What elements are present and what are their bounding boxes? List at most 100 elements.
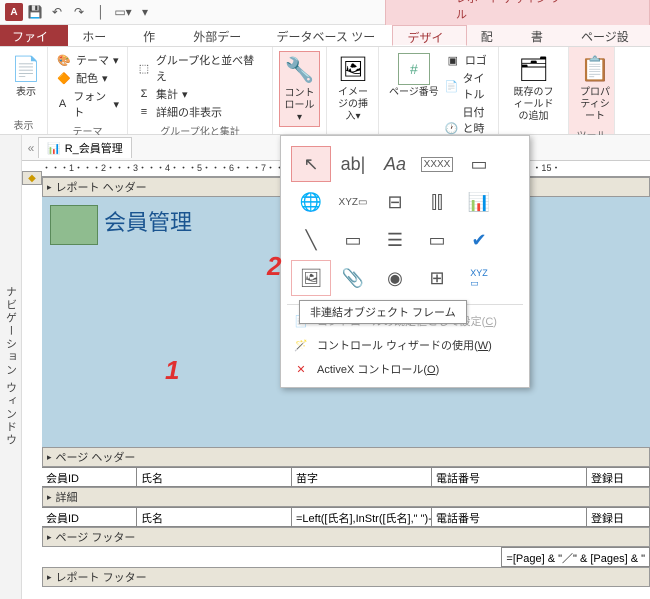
label[interactable]: 登録日 xyxy=(587,468,650,486)
activex-icon: ✕ xyxy=(293,361,309,377)
tab-control[interactable]: ▭ xyxy=(459,146,499,182)
button-control[interactable]: XXXX xyxy=(417,146,457,182)
bound-object-frame-control[interactable]: XYZ▭ xyxy=(459,260,499,296)
annotation-2: 2 xyxy=(267,251,281,282)
attachment-icon: 📎 xyxy=(342,268,364,289)
section-page-footer[interactable]: =[Page] & "／" & [Pages] & " xyxy=(42,547,650,567)
group-sort-icon: ⬚ xyxy=(136,60,152,76)
navigation-control[interactable]: XYZ▭ xyxy=(333,184,373,220)
line-control[interactable]: ╲ xyxy=(291,222,331,258)
rectangle-control[interactable]: ▭ xyxy=(417,222,457,258)
group-sort-button[interactable]: ⬚グループ化と並べ替え xyxy=(134,51,266,85)
tab-format[interactable]: 書式 xyxy=(517,25,567,46)
chart-control[interactable]: 📊 xyxy=(459,184,499,220)
ribbon-group-grouping: ⬚グループ化と並べ替え Σ集計▾ ≡詳細の非表示 グループ化と集計 xyxy=(128,47,273,134)
redo-icon[interactable]: ↷ xyxy=(71,4,87,20)
checkbox-icon: ✔ xyxy=(471,230,486,251)
fonts-button[interactable]: Aフォント▾ xyxy=(54,87,121,121)
attachment-control[interactable]: 📎 xyxy=(333,260,373,296)
qat-customize-icon[interactable]: ▾ xyxy=(137,4,153,20)
option-button-control[interactable]: ◉ xyxy=(375,260,415,296)
hyperlink-icon: 🌐 xyxy=(300,192,322,213)
listbox-control[interactable]: ☰ xyxy=(375,222,415,258)
option-group-control[interactable]: ⊟ xyxy=(375,184,415,220)
property-sheet-button[interactable]: 📋 プロパティシート xyxy=(575,51,615,125)
tab-create[interactable]: 作成 xyxy=(129,25,179,46)
label[interactable]: 電話番号 xyxy=(432,468,587,486)
checkbox-control[interactable]: ✔ xyxy=(459,222,499,258)
tab-arrange[interactable]: 配置 xyxy=(467,25,517,46)
tab-external[interactable]: 外部データ xyxy=(179,25,262,46)
label-control[interactable]: Aa xyxy=(375,146,415,182)
navigation-pane-collapsed[interactable]: ナビゲーション ウィンドウ xyxy=(0,135,22,599)
section-bar-report-footer[interactable]: レポート フッター xyxy=(42,567,650,587)
label[interactable]: 氏名 xyxy=(137,468,292,486)
textbox[interactable]: =Left([氏名],InStr([氏名]," ")-1) xyxy=(292,508,432,526)
view-button[interactable]: 📄 表示 xyxy=(6,51,46,101)
subform-icon: ⊞ xyxy=(429,268,444,289)
app-icon: A xyxy=(5,3,23,21)
datetime-icon: 🕐 xyxy=(445,120,459,136)
controls-button[interactable]: 🔧 コントロール▾ xyxy=(279,51,320,127)
title-bar: A 💾 ↶ ↷ │ ▭▾ ▾ レポート デザイン ツール xyxy=(0,0,650,25)
label[interactable]: 苗字 xyxy=(292,468,432,486)
title-icon: 📄 xyxy=(445,78,459,94)
textbox-control[interactable]: ab| xyxy=(333,146,373,182)
page-break-control[interactable]: ⫿⫿ xyxy=(417,184,457,220)
section-selector-report-header[interactable]: ◆ xyxy=(22,171,42,185)
toggle-icon: ▭ xyxy=(344,230,361,251)
totals-button[interactable]: Σ集計▾ xyxy=(134,85,266,103)
report-icon: 📊 xyxy=(47,142,61,155)
controls-icon: 🔧 xyxy=(284,54,316,86)
tab-pagesetup[interactable]: ページ設定 xyxy=(567,25,650,46)
logo-placeholder[interactable] xyxy=(50,205,98,245)
rectangle-icon: ▭ xyxy=(428,230,445,251)
existing-fields-button[interactable]: 🗂 既存のフィールドの追加 xyxy=(505,51,562,125)
hide-details-button[interactable]: ≡詳細の非表示 xyxy=(134,103,266,121)
section-page-header[interactable]: 会員ID 氏名 苗字 電話番号 登録日 xyxy=(42,467,650,487)
unbound-object-frame-control[interactable]: 🖼 xyxy=(291,260,331,296)
section-bar-detail[interactable]: 詳細 xyxy=(42,487,650,507)
select-tool[interactable]: ↖ xyxy=(291,146,331,182)
tab-scroll-left-icon[interactable]: « xyxy=(24,141,38,155)
section-detail[interactable]: 会員ID 氏名 =Left([氏名],InStr([氏名]," ")-1) 電話… xyxy=(42,507,650,527)
themes-button[interactable]: 🎨テーマ▾ xyxy=(54,51,121,69)
hyperlink-control[interactable]: 🌐 xyxy=(291,184,331,220)
page-number-button[interactable]: # ページ番号 xyxy=(385,51,443,101)
save-icon[interactable]: 💾 xyxy=(27,4,43,20)
textbox[interactable]: 氏名 xyxy=(137,508,292,526)
contextual-tab-header: レポート デザイン ツール xyxy=(385,0,650,25)
tab-dbtools[interactable]: データベース ツール xyxy=(262,25,392,46)
qat-separator: │ xyxy=(93,4,109,20)
section-bar-page-footer[interactable]: ページ フッター xyxy=(42,527,650,547)
textbox[interactable]: 電話番号 xyxy=(432,508,587,526)
tab-design[interactable]: デザイン xyxy=(392,25,466,46)
report-tab-item[interactable]: 📊 R_会員管理 xyxy=(38,137,132,158)
insert-image-button[interactable]: 🖼 イメージの挿入▾ xyxy=(333,51,373,125)
sigma-icon: Σ xyxy=(136,86,152,102)
ribbon-group-controls: 🔧 コントロール▾ xyxy=(273,47,327,134)
label[interactable]: 会員ID xyxy=(42,468,137,486)
toggle-button-control[interactable]: ▭ xyxy=(333,222,373,258)
object-icon[interactable]: ▭▾ xyxy=(115,4,131,20)
title-button[interactable]: 📄タイトル xyxy=(443,69,492,103)
colors-button[interactable]: 🔶配色▾ xyxy=(54,69,121,87)
activex-controls-menu[interactable]: ✕ ActiveX コントロール(O) xyxy=(287,357,523,381)
use-control-wizards-menu[interactable]: 🪄 コントロール ウィザードの使用(W) xyxy=(287,333,523,357)
textbox[interactable]: 登録日 xyxy=(587,508,650,526)
tab-file[interactable]: ファイル xyxy=(0,25,68,46)
report-title-label[interactable]: 会員管理 xyxy=(104,205,192,237)
fonts-icon: A xyxy=(56,96,69,112)
section-bar-page-header[interactable]: ページ ヘッダー xyxy=(42,447,650,467)
undo-icon[interactable]: ↶ xyxy=(49,4,65,20)
tab-icon: ▭ xyxy=(470,154,487,175)
page-number-textbox[interactable]: =[Page] & "／" & [Pages] & " xyxy=(501,547,650,567)
tab-home[interactable]: ホーム xyxy=(68,25,129,46)
textbox[interactable]: 会員ID xyxy=(42,508,137,526)
ribbon-group-view: 📄 表示 表示 xyxy=(0,47,48,134)
listbox-icon: ☰ xyxy=(387,230,403,251)
subform-control[interactable]: ⊞ xyxy=(417,260,457,296)
quick-access-toolbar: 💾 ↶ ↷ │ ▭▾ ▾ xyxy=(27,4,153,20)
property-sheet-icon: 📋 xyxy=(579,53,611,85)
logo-button[interactable]: ▣ロゴ xyxy=(443,51,492,69)
